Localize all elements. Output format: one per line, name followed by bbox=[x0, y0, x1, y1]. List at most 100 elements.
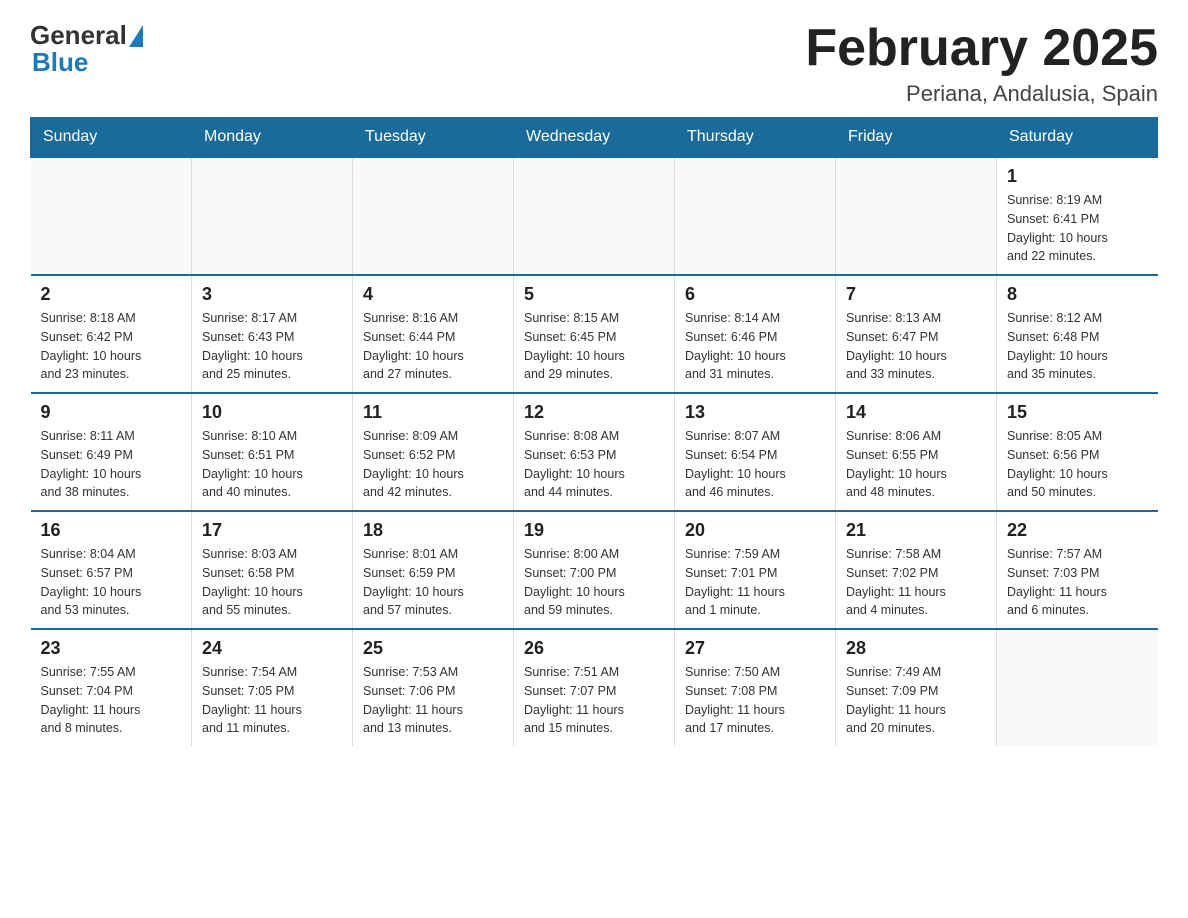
day-number: 28 bbox=[846, 638, 986, 659]
week-row-3: 9Sunrise: 8:11 AM Sunset: 6:49 PM Daylig… bbox=[31, 393, 1158, 511]
day-number: 26 bbox=[524, 638, 664, 659]
day-info: Sunrise: 8:09 AM Sunset: 6:52 PM Dayligh… bbox=[363, 427, 503, 502]
day-info: Sunrise: 7:49 AM Sunset: 7:09 PM Dayligh… bbox=[846, 663, 986, 738]
day-number: 6 bbox=[685, 284, 825, 305]
day-number: 11 bbox=[363, 402, 503, 423]
day-info: Sunrise: 7:58 AM Sunset: 7:02 PM Dayligh… bbox=[846, 545, 986, 620]
calendar-cell: 6 Sunrise: 8:14 AM Sunset: 6:46 PM Daylig… bbox=[675, 275, 836, 393]
day-number: 15 bbox=[1007, 402, 1148, 423]
day-number: 1 bbox=[1007, 166, 1148, 187]
day-info: Sunrise: 8:15 AM Sunset: 6:45 PM Dayligh… bbox=[524, 309, 664, 384]
weekday-header-monday: Monday bbox=[192, 118, 353, 158]
logo-blue-text: Blue bbox=[32, 47, 143, 78]
day-info: Sunrise: 8:04 AM Sunset: 6:57 PM Dayligh… bbox=[41, 545, 182, 620]
calendar-cell: 9Sunrise: 8:11 AM Sunset: 6:49 PM Daylig… bbox=[31, 393, 192, 511]
calendar-cell: 15 Sunrise: 8:05 AM Sunset: 6:56 PM Dayli… bbox=[997, 393, 1158, 511]
day-info: Sunrise: 8:05 AM Sunset: 6:56 PM Dayligh… bbox=[1007, 427, 1148, 502]
calendar-cell: 27 Sunrise: 7:50 AM Sunset: 7:08 PM Dayli… bbox=[675, 629, 836, 746]
week-row-5: 23 Sunrise: 7:55 AM Sunset: 7:04 PM Dayli… bbox=[31, 629, 1158, 746]
calendar-cell bbox=[997, 629, 1158, 746]
calendar-cell: 23 Sunrise: 7:55 AM Sunset: 7:04 PM Dayli… bbox=[31, 629, 192, 746]
calendar-cell: 11 Sunrise: 8:09 AM Sunset: 6:52 PM Dayli… bbox=[353, 393, 514, 511]
day-number: 25 bbox=[363, 638, 503, 659]
day-number: 12 bbox=[524, 402, 664, 423]
logo: General Blue bbox=[30, 20, 143, 78]
calendar-cell: 5 Sunrise: 8:15 AM Sunset: 6:45 PM Daylig… bbox=[514, 275, 675, 393]
calendar-body: 1 Sunrise: 8:19 AM Sunset: 6:41 PM Daylig… bbox=[31, 157, 1158, 746]
day-info: Sunrise: 8:00 AM Sunset: 7:00 PM Dayligh… bbox=[524, 545, 664, 620]
day-info: Sunrise: 8:06 AM Sunset: 6:55 PM Dayligh… bbox=[846, 427, 986, 502]
day-info: Sunrise: 8:17 AM Sunset: 6:43 PM Dayligh… bbox=[202, 309, 342, 384]
day-info: Sunrise: 8:13 AM Sunset: 6:47 PM Dayligh… bbox=[846, 309, 986, 384]
day-number: 24 bbox=[202, 638, 342, 659]
calendar-cell bbox=[675, 157, 836, 275]
day-info: Sunrise: 7:53 AM Sunset: 7:06 PM Dayligh… bbox=[363, 663, 503, 738]
day-info: Sunrise: 7:57 AM Sunset: 7:03 PM Dayligh… bbox=[1007, 545, 1148, 620]
day-info: Sunrise: 8:10 AM Sunset: 6:51 PM Dayligh… bbox=[202, 427, 342, 502]
day-info: Sunrise: 8:19 AM Sunset: 6:41 PM Dayligh… bbox=[1007, 191, 1148, 266]
calendar-cell: 12 Sunrise: 8:08 AM Sunset: 6:53 PM Dayli… bbox=[514, 393, 675, 511]
calendar-cell bbox=[514, 157, 675, 275]
calendar-subtitle: Periana, Andalusia, Spain bbox=[805, 81, 1158, 107]
calendar-cell: 21 Sunrise: 7:58 AM Sunset: 7:02 PM Dayli… bbox=[836, 511, 997, 629]
day-info: Sunrise: 8:01 AM Sunset: 6:59 PM Dayligh… bbox=[363, 545, 503, 620]
calendar-cell: 16 Sunrise: 8:04 AM Sunset: 6:57 PM Dayli… bbox=[31, 511, 192, 629]
calendar-cell bbox=[353, 157, 514, 275]
calendar-cell: 20 Sunrise: 7:59 AM Sunset: 7:01 PM Dayli… bbox=[675, 511, 836, 629]
week-row-2: 2 Sunrise: 8:18 AM Sunset: 6:42 PM Daylig… bbox=[31, 275, 1158, 393]
calendar-cell: 28 Sunrise: 7:49 AM Sunset: 7:09 PM Dayli… bbox=[836, 629, 997, 746]
calendar-cell: 26Sunrise: 7:51 AM Sunset: 7:07 PM Dayli… bbox=[514, 629, 675, 746]
day-info: Sunrise: 8:12 AM Sunset: 6:48 PM Dayligh… bbox=[1007, 309, 1148, 384]
day-number: 18 bbox=[363, 520, 503, 541]
day-info: Sunrise: 7:54 AM Sunset: 7:05 PM Dayligh… bbox=[202, 663, 342, 738]
calendar-cell bbox=[31, 157, 192, 275]
weekday-row: SundayMondayTuesdayWednesdayThursdayFrid… bbox=[31, 118, 1158, 158]
weekday-header-friday: Friday bbox=[836, 118, 997, 158]
day-number: 17 bbox=[202, 520, 342, 541]
calendar-cell: 7 Sunrise: 8:13 AM Sunset: 6:47 PM Daylig… bbox=[836, 275, 997, 393]
day-number: 23 bbox=[41, 638, 182, 659]
page-header: General Blue February 2025 Periana, Anda… bbox=[30, 20, 1158, 107]
calendar-cell: 8 Sunrise: 8:12 AM Sunset: 6:48 PM Daylig… bbox=[997, 275, 1158, 393]
calendar-cell: 4Sunrise: 8:16 AM Sunset: 6:44 PM Daylig… bbox=[353, 275, 514, 393]
calendar-cell bbox=[192, 157, 353, 275]
day-number: 10 bbox=[202, 402, 342, 423]
week-row-1: 1 Sunrise: 8:19 AM Sunset: 6:41 PM Daylig… bbox=[31, 157, 1158, 275]
day-info: Sunrise: 8:08 AM Sunset: 6:53 PM Dayligh… bbox=[524, 427, 664, 502]
day-info: Sunrise: 7:59 AM Sunset: 7:01 PM Dayligh… bbox=[685, 545, 825, 620]
day-number: 20 bbox=[685, 520, 825, 541]
day-number: 21 bbox=[846, 520, 986, 541]
calendar-cell: 1 Sunrise: 8:19 AM Sunset: 6:41 PM Daylig… bbox=[997, 157, 1158, 275]
calendar-cell: 19 Sunrise: 8:00 AM Sunset: 7:00 PM Dayli… bbox=[514, 511, 675, 629]
day-number: 5 bbox=[524, 284, 664, 305]
calendar-cell: 24 Sunrise: 7:54 AM Sunset: 7:05 PM Dayli… bbox=[192, 629, 353, 746]
weekday-header-tuesday: Tuesday bbox=[353, 118, 514, 158]
calendar-cell: 3 Sunrise: 8:17 AM Sunset: 6:43 PM Daylig… bbox=[192, 275, 353, 393]
day-info: Sunrise: 8:16 AM Sunset: 6:44 PM Dayligh… bbox=[363, 309, 503, 384]
day-number: 19 bbox=[524, 520, 664, 541]
calendar-cell: 25 Sunrise: 7:53 AM Sunset: 7:06 PM Dayli… bbox=[353, 629, 514, 746]
day-info: Sunrise: 8:18 AM Sunset: 6:42 PM Dayligh… bbox=[41, 309, 182, 384]
weekday-header-wednesday: Wednesday bbox=[514, 118, 675, 158]
calendar-header: SundayMondayTuesdayWednesdayThursdayFrid… bbox=[31, 118, 1158, 158]
day-number: 9 bbox=[41, 402, 182, 423]
day-number: 3 bbox=[202, 284, 342, 305]
calendar-title: February 2025 bbox=[805, 20, 1158, 77]
day-info: Sunrise: 8:14 AM Sunset: 6:46 PM Dayligh… bbox=[685, 309, 825, 384]
weekday-header-sunday: Sunday bbox=[31, 118, 192, 158]
day-number: 2 bbox=[41, 284, 182, 305]
day-number: 8 bbox=[1007, 284, 1148, 305]
calendar-cell: 13Sunrise: 8:07 AM Sunset: 6:54 PM Dayli… bbox=[675, 393, 836, 511]
day-number: 16 bbox=[41, 520, 182, 541]
calendar-cell: 17Sunrise: 8:03 AM Sunset: 6:58 PM Dayli… bbox=[192, 511, 353, 629]
day-number: 13 bbox=[685, 402, 825, 423]
weekday-header-saturday: Saturday bbox=[997, 118, 1158, 158]
calendar-cell: 14Sunrise: 8:06 AM Sunset: 6:55 PM Dayli… bbox=[836, 393, 997, 511]
day-number: 7 bbox=[846, 284, 986, 305]
weekday-header-thursday: Thursday bbox=[675, 118, 836, 158]
calendar-table: SundayMondayTuesdayWednesdayThursdayFrid… bbox=[30, 117, 1158, 746]
day-info: Sunrise: 7:50 AM Sunset: 7:08 PM Dayligh… bbox=[685, 663, 825, 738]
day-info: Sunrise: 7:55 AM Sunset: 7:04 PM Dayligh… bbox=[41, 663, 182, 738]
calendar-cell: 18 Sunrise: 8:01 AM Sunset: 6:59 PM Dayli… bbox=[353, 511, 514, 629]
day-number: 27 bbox=[685, 638, 825, 659]
